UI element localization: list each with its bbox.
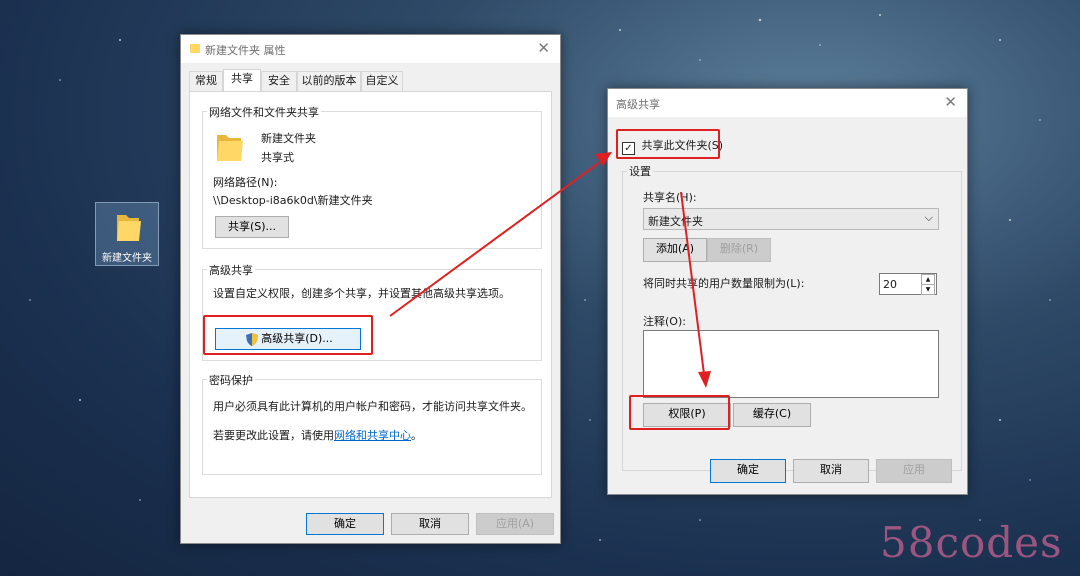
password-link-suffix: 。 bbox=[411, 429, 422, 442]
tab-general[interactable]: 常规 bbox=[189, 71, 223, 91]
advanced-share-legend: 高级共享 bbox=[207, 262, 255, 278]
highlight-share-checkbox bbox=[616, 129, 720, 159]
tab-content: 网络文件和文件夹共享 新建文件夹 共享式 网络路径(N): \\Desktop-… bbox=[189, 91, 552, 498]
close-icon[interactable]: ✕ bbox=[537, 39, 550, 57]
user-limit-label: 将同时共享的用户数量限制为(L): bbox=[643, 277, 805, 290]
adv-close-icon[interactable]: ✕ bbox=[944, 93, 957, 111]
adv-title-bar[interactable]: 高级共享 ✕ bbox=[608, 89, 967, 117]
share-button[interactable]: 共享(S)... bbox=[215, 216, 289, 238]
user-limit-spinner[interactable]: 20 ▲ ▼ bbox=[879, 273, 937, 295]
advanced-share-description: 设置自定义权限，创建多个共享，并设置其他高级共享选项。 bbox=[213, 287, 510, 300]
add-button[interactable]: 添加(A) bbox=[643, 238, 707, 262]
cancel-button[interactable]: 取消 bbox=[391, 513, 469, 535]
cache-button[interactable]: 缓存(C) bbox=[733, 403, 811, 427]
adv-cancel-button[interactable]: 取消 bbox=[793, 459, 869, 483]
chevron-down-icon: ⌵ bbox=[924, 211, 933, 224]
dialog-title: 新建文件夹 属性 bbox=[205, 44, 286, 57]
share-state: 共享式 bbox=[261, 151, 294, 164]
apply-button[interactable]: 应用(A) bbox=[476, 513, 554, 535]
folder-icon bbox=[117, 215, 141, 241]
share-name-select[interactable]: 新建文件夹 ⌵ bbox=[643, 208, 939, 230]
comment-label: 注释(O): bbox=[643, 315, 686, 328]
password-link-line: 若要更改此设置，请使用网络和共享中心。 bbox=[213, 427, 422, 443]
adv-ok-button[interactable]: 确定 bbox=[710, 459, 786, 483]
password-protection-legend: 密码保护 bbox=[207, 372, 255, 388]
network-path-value: \\Desktop-i8a6k0d\新建文件夹 bbox=[213, 194, 373, 207]
folder-name: 新建文件夹 bbox=[261, 132, 316, 145]
highlight-permissions bbox=[629, 395, 730, 430]
ok-button[interactable]: 确定 bbox=[306, 513, 384, 535]
tab-previous-versions[interactable]: 以前的版本 bbox=[297, 71, 361, 91]
settings-legend: 设置 bbox=[627, 163, 653, 179]
tab-security[interactable]: 安全 bbox=[261, 71, 297, 91]
desktop-folder-label: 新建文件夹 bbox=[102, 253, 152, 264]
adv-dialog-title: 高级共享 bbox=[616, 98, 660, 111]
title-bar[interactable]: 新建文件夹 属性 ✕ bbox=[181, 35, 560, 63]
remove-button[interactable]: 删除(R) bbox=[707, 238, 771, 262]
password-protection-group: 密码保护 用户必须具有此计算机的用户帐户和密码，才能访问共享文件夹。 若要更改此… bbox=[202, 372, 542, 475]
network-sharing-center-link[interactable]: 网络和共享中心 bbox=[334, 429, 411, 442]
password-link-prefix: 若要更改此设置，请使用 bbox=[213, 429, 334, 442]
folder-title-icon bbox=[190, 44, 200, 53]
highlight-advanced-share bbox=[203, 315, 373, 355]
tab-sharing[interactable]: 共享 bbox=[223, 69, 261, 91]
network-share-group: 网络文件和文件夹共享 新建文件夹 共享式 网络路径(N): \\Desktop-… bbox=[202, 104, 542, 249]
tab-strip: 常规 共享 安全 以前的版本 自定义 bbox=[189, 69, 554, 91]
adv-apply-button[interactable]: 应用 bbox=[876, 459, 952, 483]
network-path-label: 网络路径(N): bbox=[213, 176, 278, 189]
network-share-legend: 网络文件和文件夹共享 bbox=[207, 104, 321, 120]
share-name-value: 新建文件夹 bbox=[648, 215, 703, 228]
folder-large-icon bbox=[217, 135, 243, 161]
watermark-text: 58codes bbox=[880, 518, 1063, 567]
comment-textarea[interactable] bbox=[643, 330, 939, 398]
share-name-label: 共享名(H): bbox=[643, 191, 697, 204]
tab-customize[interactable]: 自定义 bbox=[361, 71, 403, 91]
password-description: 用户必须具有此计算机的用户帐户和密码，才能访问共享文件夹。 bbox=[213, 400, 532, 413]
spin-down-icon[interactable]: ▼ bbox=[921, 284, 935, 295]
folder-properties-dialog: 新建文件夹 属性 ✕ 常规 共享 安全 以前的版本 自定义 网络文件和文件夹共享… bbox=[180, 34, 561, 544]
user-limit-value: 20 bbox=[883, 278, 897, 291]
desktop-folder-icon[interactable]: 新建文件夹 bbox=[95, 202, 159, 266]
